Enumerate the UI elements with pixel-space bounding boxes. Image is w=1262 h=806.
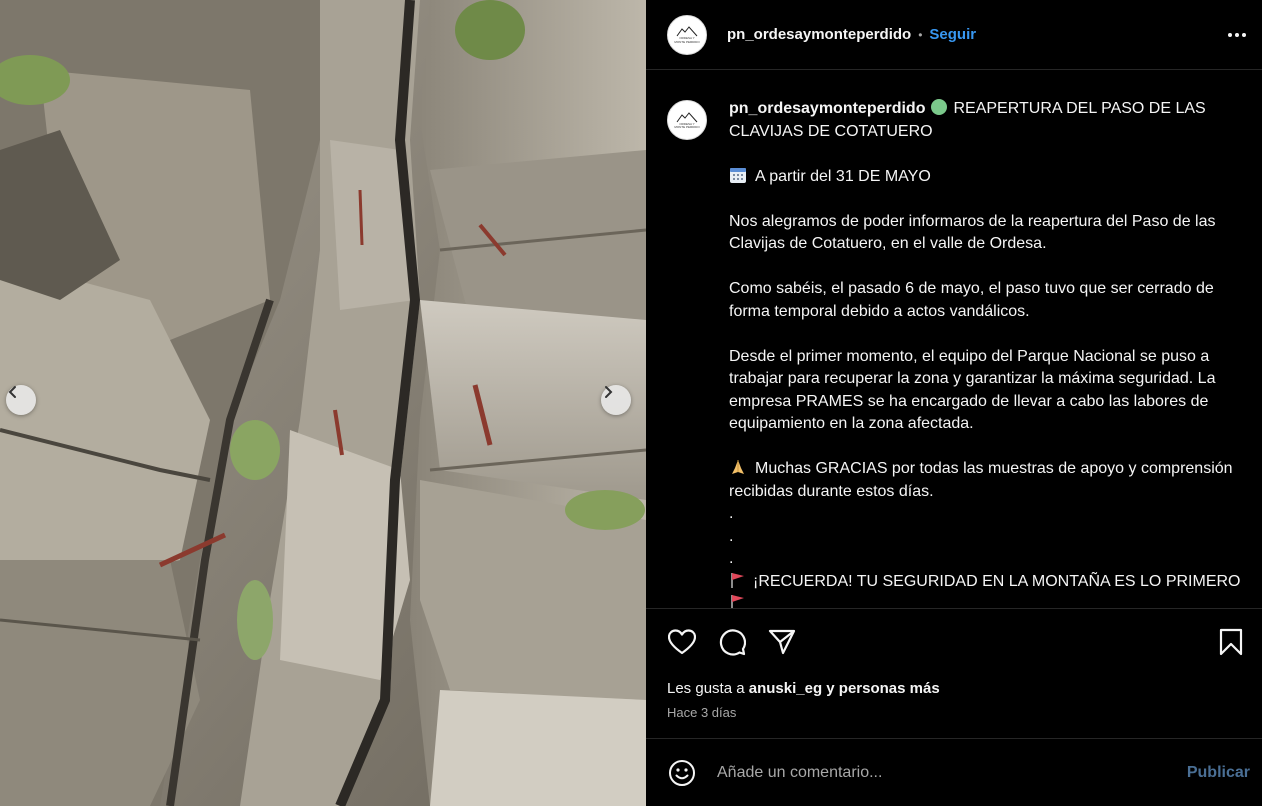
caption-username[interactable]: pn_ordesaymonteperdido [729, 100, 925, 117]
more-dot-icon [1235, 32, 1239, 37]
emoji-picker-button[interactable] [667, 758, 697, 788]
action-icons-row [667, 609, 1246, 675]
caption-dot-2: . [729, 527, 734, 545]
share-button[interactable] [767, 627, 797, 657]
rock-crack-image [0, 0, 646, 806]
red-flag-icon [731, 595, 744, 608]
caption-scroll-area[interactable]: ORDESA Y MONTE PERDIDO pn_ordesaymontepe… [646, 70, 1262, 608]
post-actions: Les gusta a anuski_eg y personas más Hac… [646, 608, 1262, 738]
caption-paragraph-2: Como sabéis, el pasado 6 de mayo, el pas… [729, 280, 1214, 320]
avatar[interactable]: ORDESA Y MONTE PERDIDO [667, 14, 707, 55]
next-image-button[interactable] [601, 385, 631, 415]
caption-dot-3: . [729, 550, 734, 567]
likes-summary[interactable]: Les gusta a anuski_eg y personas más [667, 680, 1246, 697]
like-button[interactable] [667, 627, 697, 657]
follow-button[interactable]: Seguir [929, 26, 976, 43]
more-dot-icon [1242, 32, 1246, 37]
caption-reminder: ¡RECUERDA! TU SEGURIDAD EN LA MONTAÑA ES… [729, 571, 1252, 594]
comment-bar: Publicar [646, 738, 1262, 806]
smiley-icon [669, 759, 695, 786]
date-text: A partir del 31 DE MAYO [755, 167, 931, 185]
post-details-panel: ORDESA Y MONTE PERDIDO pn_ordesaymontepe… [646, 0, 1262, 806]
reminder-text: ¡RECUERDA! TU SEGURIDAD EN LA MONTAÑA ES… [753, 572, 1241, 590]
caption-date-line: A partir del 31 DE MAYO [729, 166, 1252, 189]
comment-bubble-icon [719, 629, 746, 656]
more-dot-icon [1228, 32, 1232, 37]
caption-paragraph-3: Desde el primer momento, el equipo del P… [729, 347, 1216, 433]
likes-user[interactable]: anuski_eg [749, 680, 822, 697]
post-photo [0, 0, 646, 806]
chevron-left-icon [8, 386, 16, 398]
avatar-logo-line2: MONTE PERDIDO [674, 39, 700, 44]
green-circle-icon [931, 99, 948, 115]
chevron-right-icon [605, 386, 613, 398]
header-username[interactable]: pn_ordesaymonteperdido [727, 26, 911, 43]
thanks-text: Muchas GRACIAS por todas las muestras de… [729, 460, 1233, 500]
park-logo-icon [676, 111, 698, 122]
folded-hands-icon [732, 460, 744, 474]
bookmark-icon [1219, 628, 1243, 656]
caption-dot-1: . [729, 505, 734, 522]
publish-button[interactable]: Publicar [1187, 764, 1250, 782]
caption-paragraph-4: Muchas GRACIAS por todas las muestras de… [729, 458, 1252, 503]
caption-paragraph-1: Nos alegramos de poder informaros de la … [729, 212, 1216, 253]
red-flag-icon [731, 572, 744, 588]
comment-button[interactable] [717, 627, 747, 657]
avatar-logo-line2: MONTE PERDIDO [674, 125, 700, 129]
more-options-button[interactable] [1228, 27, 1246, 43]
comment-input[interactable] [717, 763, 1187, 782]
previous-image-button[interactable] [6, 385, 36, 415]
caption-text: pn_ordesaymonteperdido REAPERTURA DEL PAS… [729, 98, 1252, 608]
paper-plane-icon [768, 629, 796, 655]
likes-prefix: Les gusta a [667, 680, 749, 697]
caption-title-line: pn_ordesaymonteperdido REAPERTURA DEL PAS… [729, 98, 1252, 143]
calendar-icon [730, 167, 746, 183]
likes-suffix[interactable]: y personas más [822, 680, 939, 697]
post-header: ORDESA Y MONTE PERDIDO pn_ordesaymontepe… [646, 0, 1262, 70]
caption-avatar[interactable]: ORDESA Y MONTE PERDIDO [667, 100, 707, 140]
caption-row: ORDESA Y MONTE PERDIDO pn_ordesaymontepe… [667, 98, 1252, 608]
save-button[interactable] [1216, 627, 1246, 657]
heart-icon [668, 629, 696, 655]
post-timestamp[interactable]: Hace 3 días [667, 705, 1246, 720]
header-separator: • [918, 27, 923, 42]
caption-next-line [729, 593, 1252, 608]
